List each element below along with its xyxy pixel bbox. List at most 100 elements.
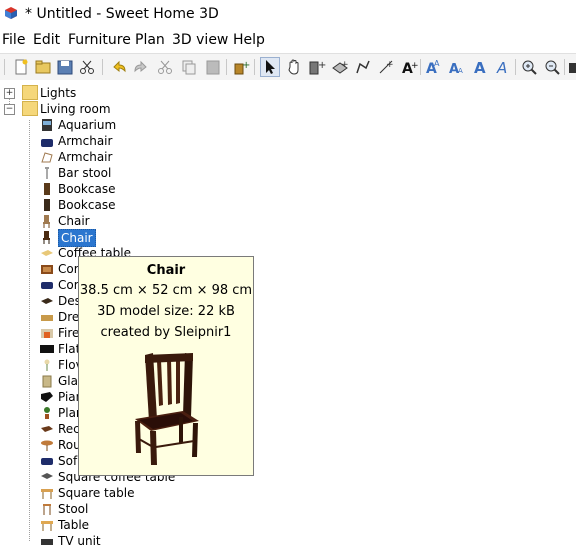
folder-icon [22,85,38,100]
collapse-icon[interactable]: − [4,104,15,115]
tree-item-chair[interactable]: Chair [40,213,340,229]
item-label: Dre [58,310,80,324]
tree-item-square-table[interactable]: Square table [40,485,340,501]
toolbar: + + + + A + AA AA A A [0,53,576,81]
glass-icon [42,375,52,388]
increase-text-size-icon[interactable]: AA [425,58,443,76]
armchair-icon [41,139,53,147]
decrease-text-size-icon[interactable]: AA [448,58,466,76]
tree-item-aquarium[interactable]: Aquarium [40,117,340,133]
tree-item-bookcase[interactable]: Bookcase [40,181,340,197]
add-text-icon[interactable]: A + [400,58,418,76]
item-label: Square table [58,486,135,500]
tree-item-bookcase[interactable]: Bookcase [40,197,340,213]
tree-item-table[interactable]: Table [40,517,340,533]
zoom-in-icon[interactable] [520,58,538,76]
create-walls-icon[interactable]: + [308,58,326,76]
select-mode-icon[interactable] [260,57,280,77]
new-home-icon[interactable] [12,58,30,76]
category-lights[interactable]: + Lights [4,85,304,101]
redo-icon[interactable] [132,58,150,76]
desk-icon [41,298,53,304]
undo-icon[interactable] [110,58,128,76]
plant-icon [44,407,50,419]
save-icon[interactable] [56,58,74,76]
item-label: Cor [58,278,79,292]
item-label: Bar stool [58,166,112,180]
item-label: Table [58,518,90,532]
tree-item-stool[interactable]: Stool [40,501,340,517]
svg-text:A: A [434,59,440,68]
chair-icon [43,215,50,228]
create-dimensions-icon[interactable]: + [377,58,395,76]
menu-help[interactable]: Help [233,32,265,48]
svg-text:A: A [474,59,486,76]
fireplace-icon [41,329,53,338]
item-label: Bookcase [58,198,116,212]
create-polylines-icon[interactable] [354,58,372,76]
pan-mode-icon[interactable] [285,58,303,76]
round-table-icon [41,440,53,451]
menu-3d-view[interactable]: 3D view [172,32,228,48]
create-rooms-icon[interactable]: + [331,58,349,76]
tooltip-model-size: 3D model size: 22 kB [97,304,235,319]
item-label: Chair [58,214,90,228]
paste-icon[interactable] [204,58,222,76]
item-label: Fire [58,326,80,340]
category-label: Living room [40,102,111,116]
stool-icon [43,504,51,515]
bookcase-icon [44,183,50,195]
toolbar-separator [420,59,421,75]
svg-text:+: + [386,60,394,70]
item-label: Rec [58,422,80,436]
aquarium-icon [42,119,52,131]
item-label: Stool [58,502,89,516]
zoom-out-icon[interactable] [543,58,561,76]
copy-icon[interactable] [180,58,198,76]
toolbar-separator [254,59,255,75]
menu-bar: File Edit Furniture Plan 3D view Help [0,30,576,50]
svg-text:+: + [318,60,326,71]
toolbar-separator [226,59,227,75]
window-title: * Untitled - Sweet Home 3D [25,6,219,22]
tree-item-armchair[interactable]: Armchair [40,133,340,149]
open-icon[interactable] [34,58,52,76]
tooltip-creator: created by Sleipnir1 [100,325,232,340]
dresser-icon [41,315,53,321]
table-icon [41,521,53,531]
tooltip-name: Chair [146,263,186,278]
square-coffee-table-icon [41,473,53,479]
toolbar-separator [515,59,516,75]
tree-connector [29,120,30,541]
menu-file[interactable]: File [2,32,25,48]
corner-icon [41,265,53,274]
item-label: Cor [58,262,79,276]
italic-text-icon[interactable]: A [494,58,512,76]
add-furniture-icon[interactable]: + [232,58,250,76]
title-bar: * Untitled - Sweet Home 3D [0,0,576,28]
furniture-tooltip: Chair 38.5 cm × 52 cm × 98 cm 3D model s… [78,256,254,476]
bold-text-icon[interactable]: A [471,58,489,76]
tree-item-tv-unit[interactable]: TV unit [40,533,340,549]
expand-icon[interactable]: + [4,88,15,99]
tree-item-armchair[interactable]: Armchair [40,149,340,165]
tree-item-bar-stool[interactable]: Bar stool [40,165,340,181]
coffee-table-icon [41,250,53,256]
item-label: TV unit [58,534,101,548]
menu-plan[interactable]: Plan [135,32,165,48]
create-photo-icon[interactable] [568,58,576,76]
rectangular-table-icon [41,426,53,432]
item-label: Armchair [58,134,113,148]
menu-edit[interactable]: Edit [33,32,60,48]
toolbar-separator [4,59,5,75]
category-living-room[interactable]: − Living room [4,101,304,117]
bookcase-icon [44,199,50,211]
bar-stool-icon [45,167,49,179]
cut-tool-icon[interactable] [78,58,96,76]
tree-item-chair-selected[interactable]: Chair [40,229,340,247]
svg-text:+: + [242,60,250,71]
menu-furniture[interactable]: Furniture [68,32,131,48]
cut-icon[interactable] [156,58,174,76]
chair-icon [43,231,50,244]
armchair-icon [41,152,53,163]
